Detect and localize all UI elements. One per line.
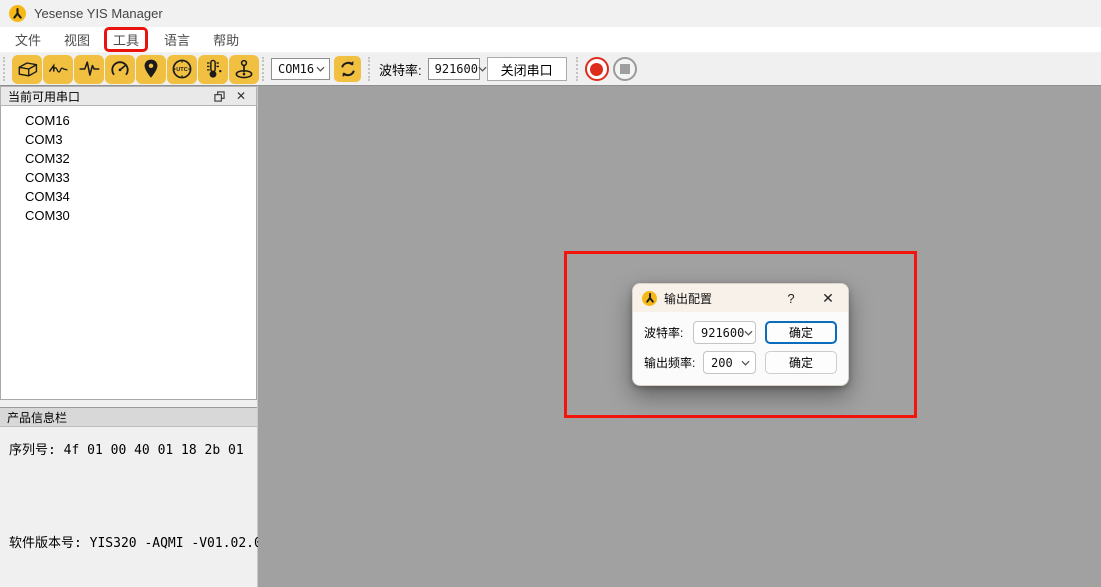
yesense-logo-icon [9, 5, 26, 22]
info-panel-title: 产品信息栏 [7, 409, 67, 426]
utc-clock-icon[interactable]: UTC [167, 55, 197, 84]
serial-number-text: 序列号: 4f 01 00 40 01 18 2b 01 [9, 439, 248, 458]
baud-rate-value: 921600 [435, 62, 478, 76]
yesense-logo-icon [642, 291, 657, 306]
joystick-icon[interactable] [229, 55, 259, 84]
chevron-down-icon [316, 66, 325, 72]
stop-square [620, 64, 630, 74]
refresh-ports-icon[interactable] [334, 56, 361, 82]
float-panel-icon[interactable] [211, 88, 227, 104]
pulse-waveform-icon[interactable] [74, 55, 104, 84]
menu-item-file[interactable]: 文件 [6, 28, 50, 51]
baud-rate-label: 波特率: [379, 60, 422, 79]
dialog-close-icon[interactable]: ✕ [817, 288, 839, 308]
info-panel-header: 产品信息栏 [0, 407, 257, 427]
stop-icon[interactable] [613, 57, 637, 81]
software-version-text: 软件版本号: YIS320 -AQMI -V01.02.03; [9, 532, 248, 551]
gauge-icon[interactable] [105, 55, 135, 84]
dialog-baud-value: 921600 [701, 326, 744, 340]
dialog-freq-ok-button[interactable]: 确定 [765, 351, 837, 374]
dialog-titlebar[interactable]: 输出配置 ? ✕ [633, 284, 848, 312]
list-item-port[interactable]: COM3 [1, 130, 256, 149]
serial-port-list: COM16 COM3 COM32 COM33 COM34 COM30 [0, 106, 257, 400]
dialog-baud-label: 波特率: [644, 324, 683, 341]
angle-waveform-icon[interactable] [43, 55, 73, 84]
dialog-freq-label: 输出频率: [644, 354, 695, 371]
titlebar: Yesense YIS Manager [0, 0, 1101, 27]
cube-3d-icon[interactable] [12, 55, 42, 84]
record-icon[interactable] [585, 57, 609, 81]
thermometer-icon[interactable] [198, 55, 228, 84]
menu-item-tools[interactable]: 工具 [104, 27, 148, 52]
info-panel-body: 序列号: 4f 01 00 40 01 18 2b 01 软件版本号: YIS3… [0, 427, 257, 587]
dialog-baud-select[interactable]: 921600 [693, 321, 756, 344]
dialog-title: 输出配置 [664, 290, 773, 307]
app-window: Yesense YIS Manager 文件 视图 工具 语言 帮助 UTC [0, 0, 1101, 587]
baud-rate-select[interactable]: 921600 [428, 58, 480, 80]
menubar: 文件 视图 工具 语言 帮助 [0, 27, 1101, 53]
left-dock: 当前可用串口 ✕ COM16 COM3 COM32 COM33 COM34 CO… [0, 86, 258, 587]
location-pin-icon[interactable] [136, 55, 166, 84]
close-serial-port-button[interactable]: 关闭串口 [487, 57, 567, 81]
com-port-value: COM16 [278, 62, 314, 76]
dialog-freq-value: 200 [711, 356, 733, 370]
dialog-baud-row: 波特率: 921600 确定 [644, 321, 837, 344]
list-item-port[interactable]: COM33 [1, 168, 256, 187]
list-item-port[interactable]: COM34 [1, 187, 256, 206]
chevron-down-icon [744, 330, 753, 336]
dialog-body: 波特率: 921600 确定 输出频率: 200 确定 [633, 312, 848, 385]
dialog-help-icon[interactable]: ? [780, 288, 802, 308]
chevron-down-icon [478, 66, 487, 72]
app-body: 当前可用串口 ✕ COM16 COM3 COM32 COM33 COM34 CO… [0, 85, 1101, 587]
dialog-baud-ok-button[interactable]: 确定 [765, 321, 837, 344]
toolbar-gripper[interactable] [576, 57, 581, 81]
output-config-dialog: 输出配置 ? ✕ 波特率: 921600 确定 输出频率: [632, 283, 849, 386]
window-title: Yesense YIS Manager [34, 6, 163, 21]
list-item-port[interactable]: COM16 [1, 111, 256, 130]
toolbar-gripper[interactable] [262, 57, 267, 81]
toolbar-gripper[interactable] [3, 57, 8, 81]
dialog-freq-select[interactable]: 200 [703, 351, 756, 374]
chevron-down-icon [741, 360, 750, 366]
list-item-port[interactable]: COM30 [1, 206, 256, 225]
menu-item-view[interactable]: 视图 [55, 28, 99, 51]
list-item-port[interactable]: COM32 [1, 149, 256, 168]
menu-item-help[interactable]: 帮助 [204, 28, 248, 51]
menu-item-language[interactable]: 语言 [155, 28, 199, 51]
dialog-freq-row: 输出频率: 200 确定 [644, 351, 837, 374]
ports-panel-header: 当前可用串口 ✕ [0, 86, 257, 106]
toolbar: UTC COM16 波特率: 921600 关闭串口 [0, 53, 1101, 85]
close-panel-icon[interactable]: ✕ [233, 88, 249, 104]
svg-text:UTC: UTC [176, 67, 187, 73]
toolbar-gripper[interactable] [368, 57, 373, 81]
record-dot [590, 63, 603, 76]
main-area: 输出配置 ? ✕ 波特率: 921600 确定 输出频率: [258, 86, 1101, 587]
ports-panel-title: 当前可用串口 [8, 88, 205, 105]
com-port-select[interactable]: COM16 [271, 58, 330, 80]
